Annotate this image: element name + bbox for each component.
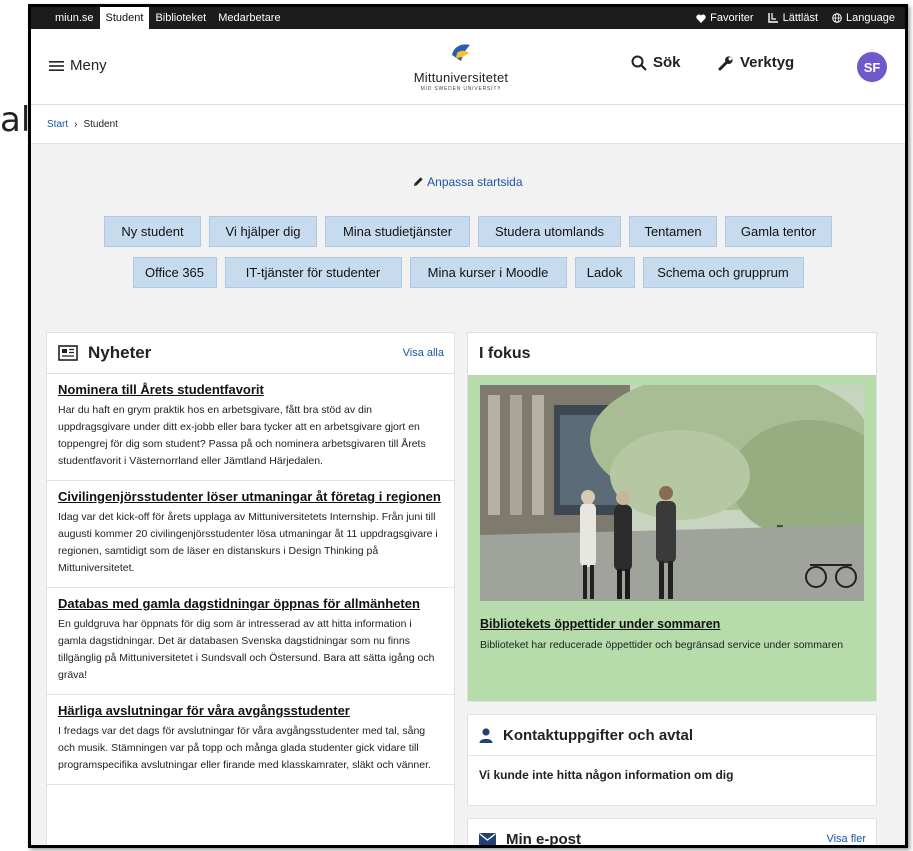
quick-link-ladok[interactable]: Ladok (574, 257, 635, 288)
easy-read-label: Lättläst (782, 12, 819, 24)
topbar-link-miun[interactable]: miun.se (49, 7, 100, 29)
quick-link-moodle[interactable]: Mina kurser i Moodle (409, 257, 567, 288)
contact-message: Vi kunde inte hitta någon information om… (479, 768, 734, 782)
in-focus-item-description: Biblioteket har reducerade öppettider oc… (480, 639, 844, 651)
newspaper-icon (58, 345, 78, 361)
news-article-title[interactable]: Härliga avslutningar för våra avgångsstu… (58, 703, 443, 718)
quick-link-it-services[interactable]: IT-tjänster för studenter (224, 257, 402, 288)
breadcrumb: Start › Student (31, 105, 905, 144)
wrench-icon (718, 55, 733, 70)
news-article-summary: Idag var det kick-off för årets upplaga … (58, 511, 438, 574)
news-article[interactable]: Härliga avslutningar för våra avgångsstu… (47, 695, 454, 785)
topbar-link-staff[interactable]: Medarbetare (212, 7, 286, 29)
favorites-link[interactable]: Favoriter (696, 12, 754, 24)
breadcrumb-start[interactable]: Start (47, 119, 68, 130)
search-button[interactable]: Sök (631, 54, 681, 71)
language-label: Language (846, 12, 895, 24)
news-show-all-link[interactable]: Visa alla (403, 347, 444, 359)
contact-title: Kontaktuppgifter och avtal (503, 726, 694, 744)
news-article[interactable]: Databas med gamla dagstidningar öppnas f… (47, 588, 454, 695)
news-article[interactable]: Nominera till Årets studentfavorit Har d… (47, 374, 454, 481)
quick-link-old-exams[interactable]: Gamla tentor (725, 216, 832, 247)
quick-links-row-2: Office 365 IT-tjänster för studenter Min… (31, 257, 905, 288)
site-header: Meny Mittuniversitetet MID SWEDEN UNIVER… (31, 29, 905, 105)
contact-panel: Kontaktuppgifter och avtal Vi kunde inte… (467, 714, 877, 806)
quick-links-row-1: Ny student Vi hjälper dig Mina studietjä… (31, 216, 905, 247)
hamburger-icon (49, 60, 64, 71)
menu-label: Meny (70, 57, 107, 74)
quick-link-study-abroad[interactable]: Studera utomlands (478, 216, 621, 247)
in-focus-item-title[interactable]: Bibliotekets öppettider under sommaren (480, 617, 720, 631)
topbar-link-library[interactable]: Biblioteket (149, 7, 212, 29)
quick-link-new-student[interactable]: Ny student (104, 216, 201, 247)
in-focus-panel: I fokus Bibliotekets öppettider under so… (467, 332, 877, 702)
campus-photo[interactable] (480, 385, 864, 601)
browser-page: miun.se Student Biblioteket Medarbetare … (28, 4, 908, 848)
quick-link-schedule[interactable]: Schema och grupprum (642, 257, 804, 288)
news-article-summary: Har du haft en grym praktik hos en arbet… (58, 404, 426, 467)
breadcrumb-separator: › (74, 118, 78, 130)
news-article-summary: En guldgruva har öppnats för dig som är … (58, 618, 435, 681)
logo-name: Mittuniversitetet (413, 70, 509, 85)
quick-link-study-services[interactable]: Mina studietjänster (325, 216, 470, 247)
search-label: Sök (653, 54, 681, 71)
news-article-summary: I fredags var det dags för avslutningar … (58, 725, 431, 771)
top-bar: miun.se Student Biblioteket Medarbetare … (31, 7, 905, 29)
news-title: Nyheter (88, 343, 152, 362)
user-avatar[interactable]: SF (857, 52, 887, 82)
breadcrumb-current: Student (83, 118, 118, 130)
user-icon (479, 727, 493, 743)
cropped-background-text: al (0, 100, 31, 140)
news-article-title[interactable]: Civilingenjörsstudenter löser utmaningar… (58, 489, 443, 504)
news-article-title[interactable]: Databas med gamla dagstidningar öppnas f… (58, 596, 443, 611)
quick-link-we-help-you[interactable]: Vi hjälper dig (209, 216, 317, 247)
easy-read-icon (767, 13, 778, 23)
language-link[interactable]: Language (832, 12, 895, 24)
email-panel: Min e-post Visa fler (467, 818, 877, 848)
favorites-label: Favoriter (710, 12, 754, 24)
menu-button[interactable]: Meny (49, 57, 107, 74)
news-article-title[interactable]: Nominera till Årets studentfavorit (58, 382, 443, 397)
easy-read-link[interactable]: Lättläst (767, 12, 819, 24)
contact-header: Kontaktuppgifter och avtal (468, 715, 876, 756)
pencil-icon (414, 177, 424, 186)
quick-link-exams[interactable]: Tentamen (629, 216, 717, 247)
envelope-icon (479, 832, 496, 845)
logo-subtitle: MID SWEDEN UNIVERSITY (420, 86, 502, 92)
search-icon (631, 55, 647, 71)
customize-startpage-link[interactable]: Anpassa startsida (31, 175, 905, 189)
campus-photo-image (480, 385, 864, 601)
news-article[interactable]: Civilingenjörsstudenter löser utmaningar… (47, 481, 454, 588)
topbar-link-student[interactable]: Student (99, 7, 150, 29)
news-header: Nyheter Visa alla (47, 333, 454, 374)
in-focus-card[interactable]: Bibliotekets öppettider under sommaren B… (468, 375, 876, 701)
heart-icon (696, 14, 706, 23)
globe-icon (832, 13, 842, 23)
university-logo[interactable]: Mittuniversitetet MID SWEDEN UNIVERSITY (411, 41, 511, 92)
tools-button[interactable]: Verktyg (718, 54, 794, 71)
in-focus-title: I fokus (479, 345, 531, 362)
email-header: Min e-post Visa fler (468, 819, 876, 848)
logo-mark-icon (452, 44, 470, 61)
tools-label: Verktyg (740, 54, 795, 71)
quick-link-office-365[interactable]: Office 365 (132, 257, 217, 288)
customize-label: Anpassa startsida (427, 175, 523, 189)
email-show-more-link[interactable]: Visa fler (826, 833, 866, 845)
news-panel: Nyheter Visa alla Nominera till Årets st… (46, 332, 455, 845)
email-title: Min e-post (506, 830, 581, 848)
